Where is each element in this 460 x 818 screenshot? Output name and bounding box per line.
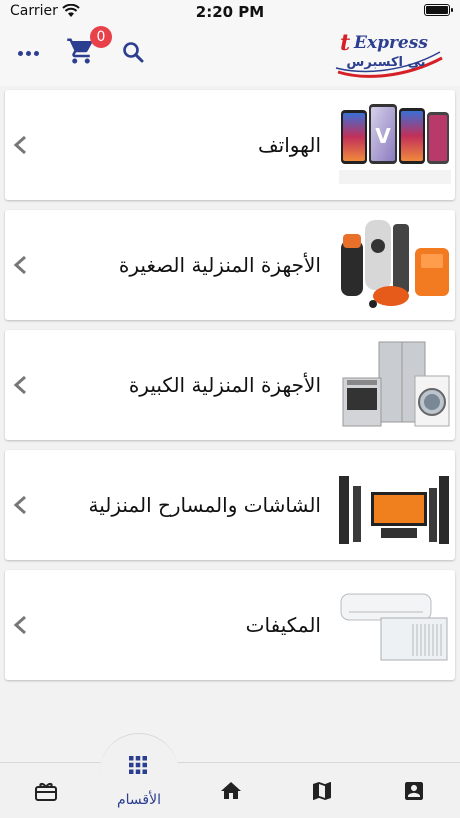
category-card-tv-home-theater[interactable]: الشاشات والمسارح المنزلية	[5, 450, 455, 560]
svg-text:t: t	[340, 30, 350, 56]
svg-text:V: V	[375, 124, 391, 148]
air-conditioners-image	[340, 593, 448, 661]
battery-icon	[424, 4, 453, 16]
gift-card-icon[interactable]	[34, 779, 58, 803]
clock: 2:20 PM	[195, 3, 265, 21]
small-appliances-image	[341, 220, 449, 308]
search-icon[interactable]	[121, 40, 145, 64]
svg-text:تي اكسبرس: تي اكسبرس	[346, 55, 425, 70]
svg-text:Express: Express	[353, 33, 428, 53]
phones-image: V	[339, 104, 451, 184]
texpress-logo: t Express تي اكسبرس	[335, 30, 443, 78]
app-header: 0 t Express تي اكسبرس	[0, 24, 460, 86]
chevron-left-icon	[13, 375, 26, 395]
category-label: الأجهزة المنزلية الكبيرة	[128, 373, 321, 397]
category-list: V الهواتف الأجهزة المنزلية الصغيرة الأجه…	[5, 90, 455, 690]
chevron-left-icon	[13, 255, 26, 275]
category-label: المكيفات	[245, 613, 321, 637]
large-appliances-image	[342, 341, 450, 427]
map-icon[interactable]	[310, 779, 334, 803]
home-icon[interactable]	[219, 779, 243, 803]
more-options-icon[interactable]	[18, 51, 39, 56]
tv-home-theater-image	[339, 476, 449, 544]
nav-label-categories[interactable]: الأقسام	[106, 792, 172, 808]
category-card-phones[interactable]: V الهواتف	[5, 90, 455, 200]
category-label: الهواتف	[257, 133, 321, 157]
cart-count-badge: 0	[90, 26, 112, 48]
chevron-left-icon	[13, 495, 26, 515]
chevron-left-icon	[13, 135, 26, 155]
category-card-air-conditioners[interactable]: المكيفات	[5, 570, 455, 680]
category-label: الأجهزة المنزلية الصغيرة	[118, 253, 321, 277]
category-label: الشاشات والمسارح المنزلية	[88, 493, 322, 517]
status-bar: Carrier 2:20 PM	[0, 0, 460, 24]
account-icon[interactable]	[402, 779, 426, 803]
category-card-small-appliances[interactable]: الأجهزة المنزلية الصغيرة	[5, 210, 455, 320]
category-card-large-appliances[interactable]: الأجهزة المنزلية الكبيرة	[5, 330, 455, 440]
grid-icon[interactable]	[128, 755, 148, 775]
chevron-left-icon	[13, 615, 26, 635]
